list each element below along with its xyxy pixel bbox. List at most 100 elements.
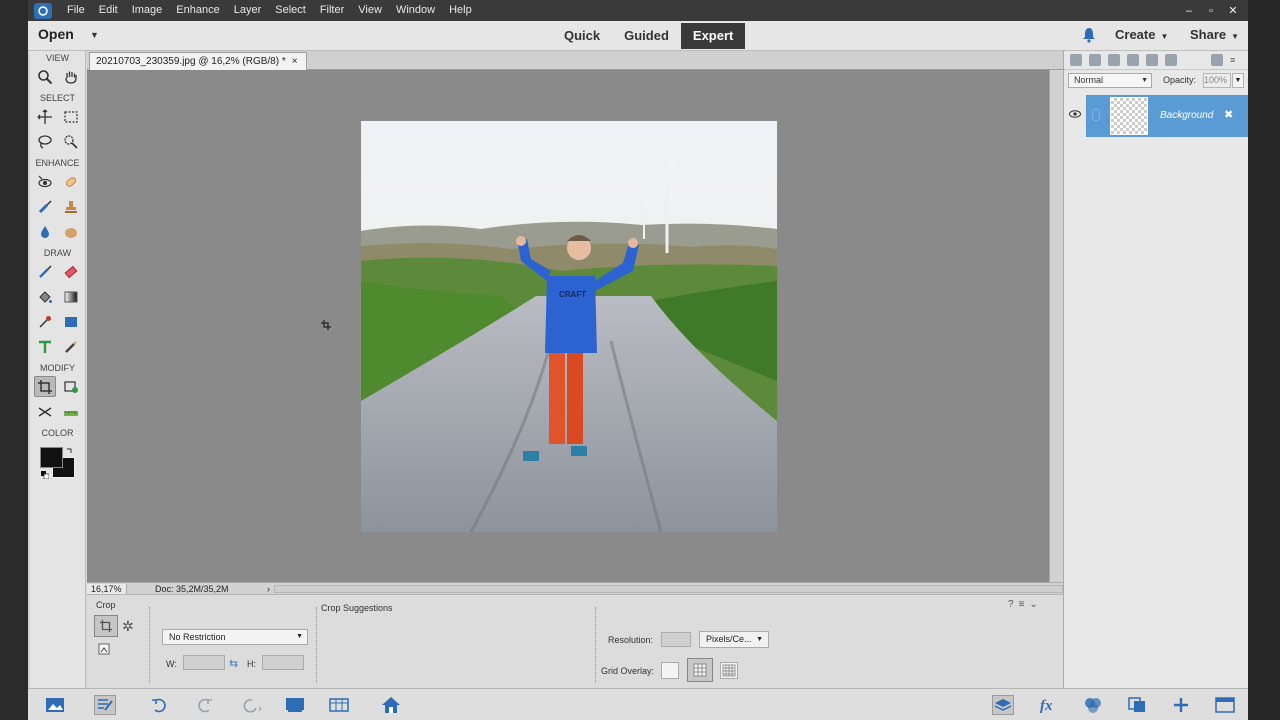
chevron-down-icon: ▼	[1231, 32, 1240, 41]
resolution-input[interactable]	[661, 632, 691, 647]
pencil-tool-icon[interactable]	[60, 336, 82, 357]
vertical-scrollbar[interactable]	[1049, 70, 1063, 582]
more-panels-icon[interactable]	[1214, 695, 1236, 715]
menu-edit[interactable]: Edit	[92, 0, 125, 21]
tab-quick[interactable]: Quick	[552, 23, 612, 49]
close-tab-icon[interactable]: ×	[292, 56, 298, 67]
menu-help[interactable]: Help	[442, 0, 479, 21]
tab-guided[interactable]: Guided	[612, 23, 681, 49]
width-input[interactable]	[183, 655, 225, 670]
aspect-ratio-select[interactable]: No Restriction ▼	[162, 629, 308, 645]
document-tab[interactable]: 20210703_230359.jpg @ 16,2% (RGB/8) * ×	[89, 52, 307, 70]
menu-select[interactable]: Select	[268, 0, 313, 21]
tab-expert[interactable]: Expert	[680, 23, 746, 49]
gradient-tool-icon[interactable]	[60, 286, 82, 307]
straighten-tool-icon[interactable]	[60, 401, 82, 422]
eyedropper-tool-icon[interactable]	[34, 311, 56, 332]
grid-thirds-option[interactable]	[687, 658, 713, 682]
notification-bell-icon[interactable]	[1082, 27, 1096, 43]
paint-bucket-tool-icon[interactable]	[34, 286, 56, 307]
filters-icon[interactable]	[1082, 695, 1104, 715]
close-button[interactable]: ✕	[1224, 4, 1242, 18]
tool-options-icon[interactable]	[94, 695, 116, 715]
open-button[interactable]: Open	[38, 26, 74, 42]
open-dropdown-icon[interactable]: ▼	[90, 30, 99, 40]
create-button[interactable]: Create ▼	[1115, 27, 1168, 42]
menu-filter[interactable]: Filter	[313, 0, 351, 21]
opacity-dropdown-icon[interactable]: ▼	[1232, 73, 1244, 88]
lock-all-icon[interactable]	[1146, 54, 1158, 66]
menu-view[interactable]: View	[351, 0, 389, 21]
smart-brush-tool-icon[interactable]	[34, 196, 56, 217]
crop-option-icon[interactable]	[94, 615, 118, 637]
clone-stamp-tool-icon[interactable]	[60, 196, 82, 217]
lock-transparent-icon[interactable]	[1165, 54, 1177, 66]
canvas-area[interactable]: CRAFT	[87, 70, 1049, 582]
menu-window[interactable]: Window	[389, 0, 442, 21]
zoom-level[interactable]: 16,17%	[87, 583, 127, 594]
marquee-tool-icon[interactable]	[60, 106, 82, 127]
move-tool-icon[interactable]	[34, 106, 56, 127]
gear-icon[interactable]: ✲	[122, 618, 134, 635]
layout-icon[interactable]	[284, 695, 306, 715]
default-colors-icon[interactable]	[41, 471, 49, 479]
foreground-color-swatch[interactable]	[40, 447, 63, 468]
collapse-chevron-icon[interactable]: ⌄	[1029, 599, 1037, 610]
sponge-tool-icon[interactable]	[60, 221, 82, 242]
blend-mode-select[interactable]: Normal ▼	[1068, 73, 1152, 88]
layers-panel-icon[interactable]	[992, 695, 1014, 715]
share-button[interactable]: Share ▼	[1190, 27, 1239, 42]
swap-colors-icon[interactable]	[66, 447, 74, 455]
height-input[interactable]	[262, 655, 304, 670]
document-image[interactable]: CRAFT	[361, 121, 777, 532]
menu-file[interactable]: File	[60, 0, 92, 21]
brush-tool-icon[interactable]	[34, 261, 56, 282]
graphics-icon[interactable]	[1126, 695, 1148, 715]
layer-row-background[interactable]: Background ✖	[1086, 95, 1248, 137]
photo-bin-icon[interactable]	[44, 695, 66, 715]
hand-tool-icon[interactable]	[60, 66, 82, 87]
opacity-input[interactable]: 100%	[1203, 73, 1231, 88]
spot-healing-tool-icon[interactable]	[60, 171, 82, 192]
new-group-icon[interactable]	[1089, 54, 1101, 66]
menu-layer[interactable]: Layer	[227, 0, 269, 21]
zoom-tool-icon[interactable]	[34, 66, 56, 87]
menu-enhance[interactable]: Enhance	[169, 0, 226, 21]
lasso-tool-icon[interactable]	[34, 131, 56, 152]
undo-icon[interactable]	[148, 695, 170, 715]
new-layer-icon[interactable]	[1070, 54, 1082, 66]
visibility-eye-icon[interactable]	[1069, 109, 1081, 121]
restore-button[interactable]: ▫	[1202, 4, 1220, 18]
options-menu-icon[interactable]: ≡	[1019, 599, 1025, 610]
layer-mask-icon[interactable]	[1127, 54, 1139, 66]
horizontal-scrollbar[interactable]	[274, 584, 1063, 593]
swap-dimensions-icon[interactable]: ⇆	[229, 657, 238, 670]
delete-layer-icon[interactable]	[1211, 54, 1223, 66]
grid-full-option[interactable]	[720, 662, 738, 679]
organizer-icon[interactable]	[328, 695, 350, 715]
home-screen-icon[interactable]	[380, 695, 402, 715]
eraser-tool-icon[interactable]	[60, 261, 82, 282]
help-icon[interactable]: ?	[1008, 599, 1014, 610]
red-eye-tool-icon[interactable]	[34, 171, 56, 192]
crop-tool-icon[interactable]	[33, 376, 56, 397]
resolution-unit-select[interactable]: Pixels/Ce... ▼	[699, 631, 769, 648]
grid-none-option[interactable]	[661, 662, 679, 679]
type-tool-icon[interactable]	[34, 336, 56, 357]
adjustment-layer-icon[interactable]	[1108, 54, 1120, 66]
menu-image[interactable]: Image	[125, 0, 170, 21]
effects-fx-icon[interactable]: fx	[1038, 695, 1060, 715]
status-menu-chevron-icon[interactable]: ›	[267, 584, 270, 594]
layer-thumbnail	[1110, 97, 1148, 135]
content-aware-move-tool-icon[interactable]	[34, 401, 56, 422]
quick-selection-tool-icon[interactable]	[60, 131, 82, 152]
panel-menu-icon[interactable]: ≡	[1230, 55, 1244, 65]
blur-tool-icon[interactable]	[34, 221, 56, 242]
add-panel-icon[interactable]	[1170, 695, 1192, 715]
perspective-crop-icon[interactable]	[98, 643, 110, 658]
shape-tool-icon[interactable]	[60, 311, 82, 332]
rotate-icon[interactable]	[240, 695, 262, 715]
redo-icon[interactable]	[194, 695, 216, 715]
recompose-tool-icon[interactable]	[60, 376, 82, 397]
minimize-button[interactable]: –	[1180, 4, 1198, 18]
